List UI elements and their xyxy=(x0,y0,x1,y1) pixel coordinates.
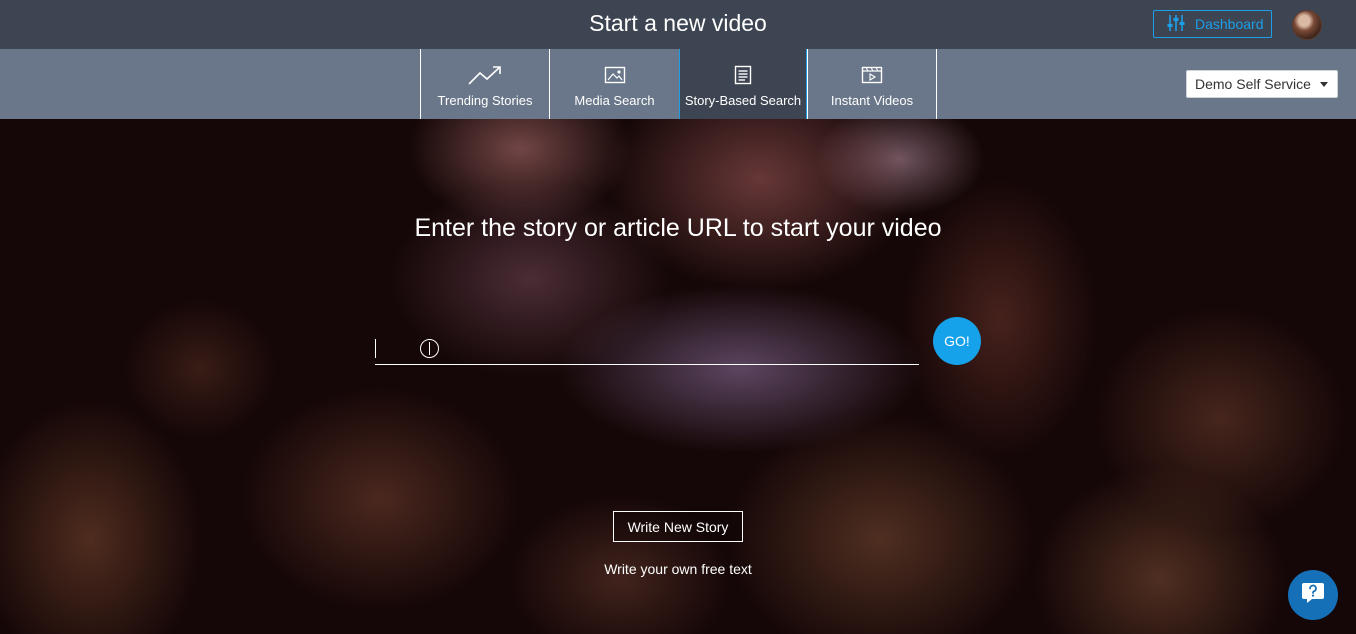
trending-up-icon xyxy=(467,64,503,86)
account-select[interactable]: Demo Self Service xyxy=(1186,70,1338,98)
tab-label: Story-Based Search xyxy=(684,93,802,108)
video-clapper-icon xyxy=(861,64,883,86)
tab-label: Trending Stories xyxy=(437,93,533,108)
write-new-story-button[interactable]: Write New Story xyxy=(613,511,743,542)
tab-label: Instant Videos xyxy=(830,93,914,108)
help-chat-icon xyxy=(1300,580,1326,611)
image-icon xyxy=(604,64,626,86)
search-nav: Trending Stories Media Search Story-Base… xyxy=(0,49,1356,129)
dashboard-button[interactable]: Dashboard xyxy=(1153,10,1272,38)
url-field[interactable] xyxy=(375,337,919,365)
info-circle-icon xyxy=(420,339,439,358)
article-icon xyxy=(734,64,752,86)
help-button[interactable] xyxy=(1288,570,1338,620)
sliders-icon xyxy=(1166,13,1186,36)
write-new-story-subtext: Write your own free text xyxy=(604,561,752,577)
top-bar: Start a new video Dashboard xyxy=(0,0,1356,49)
go-button[interactable]: GO! xyxy=(933,317,981,365)
text-cursor xyxy=(375,339,376,358)
tab-media-search[interactable]: Media Search xyxy=(549,49,679,119)
tab-label: Media Search xyxy=(574,93,655,108)
tab-instant-videos[interactable]: Instant Videos xyxy=(807,49,937,119)
dashboard-button-label: Dashboard xyxy=(1195,16,1264,32)
story-url-input[interactable] xyxy=(375,337,919,364)
tab-story-based-search[interactable]: Story-Based Search xyxy=(679,49,807,129)
tab-trending-stories[interactable]: Trending Stories xyxy=(420,49,549,119)
user-avatar[interactable] xyxy=(1292,10,1322,40)
chevron-down-icon xyxy=(1320,82,1328,87)
hero-section: Enter the story or article URL to start … xyxy=(0,119,1356,634)
hero-headline: Enter the story or article URL to start … xyxy=(414,214,942,242)
account-select-value: Demo Self Service xyxy=(1195,76,1311,92)
